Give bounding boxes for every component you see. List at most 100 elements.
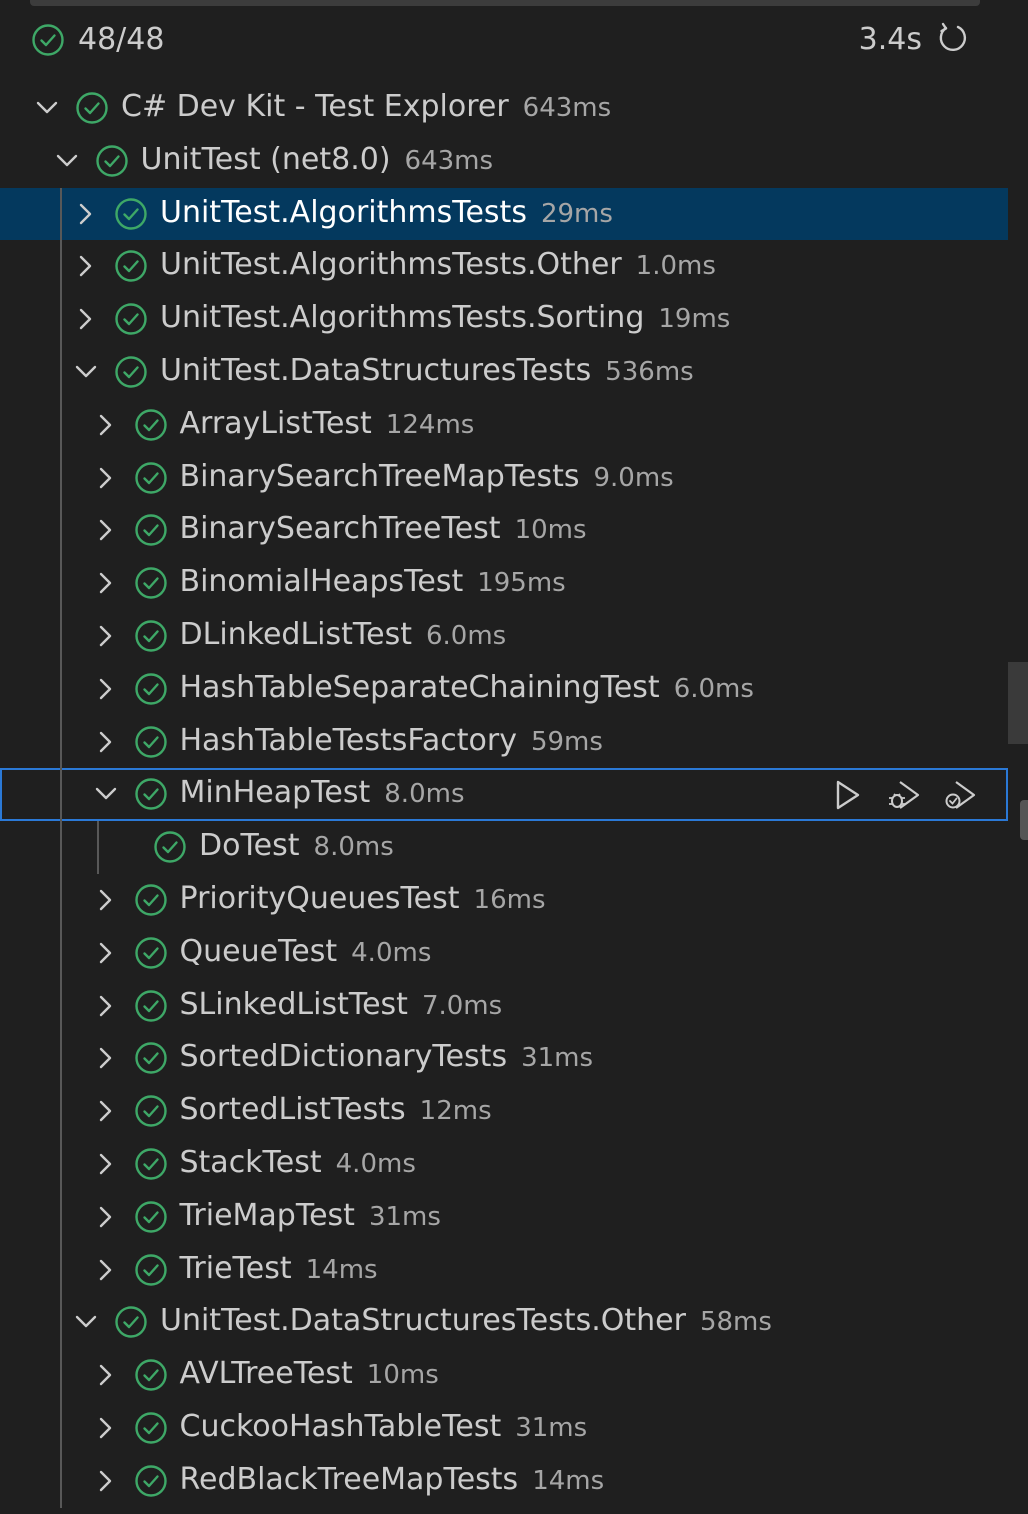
tree-row[interactable]: RedBlackTreeMapTests 14ms — [0, 1455, 1008, 1508]
test-name: QueueTest 4.0ms — [180, 934, 432, 969]
test-name: UnitTest.DataStructuresTests 536ms — [160, 353, 694, 388]
tree-row[interactable]: MinHeapTest 8.0ms — [0, 768, 1008, 822]
tree-row[interactable]: PriorityQueuesTest 16ms — [0, 874, 1008, 927]
test-name: HashTableSeparateChainingTest 6.0ms — [180, 670, 754, 705]
check-circle-icon — [154, 831, 186, 863]
tree-row[interactable]: DoTest 8.0ms — [0, 821, 1008, 874]
tree-row[interactable]: UnitTest.DataStructuresTests 536ms — [0, 346, 1008, 399]
tree-row[interactable]: CuckooHashTableTest 31ms — [0, 1402, 1008, 1455]
chevron-right-icon[interactable] — [93, 887, 119, 913]
test-name: BinarySearchTreeTest 10ms — [180, 511, 587, 546]
play-icon[interactable] — [830, 778, 866, 812]
chevron-right-icon[interactable] — [93, 1204, 119, 1230]
chevron-right-icon[interactable] — [93, 1362, 119, 1388]
check-circle-icon — [134, 989, 167, 1022]
test-label: TrieMapTest — [179, 1197, 355, 1233]
chevron-right-icon[interactable] — [93, 940, 119, 966]
chevron-down-icon[interactable] — [34, 95, 60, 121]
tree-row[interactable]: UnitTest.DataStructuresTests.Other 58ms — [0, 1296, 1008, 1349]
check-circle-icon — [134, 409, 167, 441]
test-name: RedBlackTreeMapTests 14ms — [180, 1462, 605, 1497]
test-name: AVLTreeTest 10ms — [180, 1356, 439, 1391]
tree-row[interactable]: DLinkedListTest 6.0ms — [0, 610, 1008, 663]
tree-row[interactable]: TrieTest 14ms — [0, 1244, 1008, 1297]
tree-row[interactable]: UnitTest.AlgorithmsTests 29ms — [0, 187, 1008, 241]
test-duration: 14ms — [305, 1254, 378, 1285]
chevron-right-icon[interactable] — [93, 1415, 119, 1441]
run-coverage-icon[interactable] — [942, 778, 978, 812]
chevron-right-icon[interactable] — [93, 412, 119, 438]
chevron-right-icon[interactable] — [93, 1151, 119, 1177]
test-label: DoTest — [199, 828, 300, 864]
check-circle-icon — [134, 778, 167, 811]
test-duration: 4.0ms — [351, 937, 432, 968]
test-duration: 1.0ms — [635, 251, 716, 282]
test-name: SortedDictionaryTests 31ms — [180, 1039, 594, 1074]
tree-row[interactable]: HashTableTestsFactory 59ms — [0, 716, 1008, 769]
chevron-right-icon[interactable] — [93, 1257, 119, 1283]
check-circle-icon — [115, 303, 147, 335]
check-circle-icon — [134, 1095, 167, 1127]
tree-row[interactable]: QueueTest 4.0ms — [0, 927, 1008, 980]
tree-row[interactable]: UnitTest.AlgorithmsTests.Other 1.0ms — [0, 240, 1008, 293]
tree-row[interactable]: UnitTest (net8.0) 643ms — [0, 135, 1008, 188]
test-name: PriorityQueuesTest 16ms — [180, 881, 546, 916]
tree-row[interactable]: SLinkedListTest 7.0ms — [0, 980, 1008, 1033]
chevron-right-icon[interactable] — [73, 253, 99, 279]
debug-icon[interactable] — [886, 778, 922, 812]
tree-row[interactable]: ArrayListTest 124ms — [0, 399, 1008, 452]
tree-row[interactable]: BinarySearchTreeTest 10ms — [0, 504, 1008, 557]
tree-row[interactable]: StackTest 4.0ms — [0, 1138, 1008, 1191]
chevron-down-icon[interactable] — [54, 148, 80, 174]
chevron-down-icon[interactable] — [73, 359, 99, 385]
chevron-right-icon[interactable] — [73, 306, 99, 332]
test-name: DLinkedListTest 6.0ms — [180, 617, 507, 652]
test-name: DoTest 8.0ms — [199, 828, 394, 863]
test-duration: 10ms — [366, 1360, 439, 1391]
refresh-icon[interactable] — [934, 20, 970, 56]
test-duration: 10ms — [514, 515, 587, 546]
tree-row[interactable]: UnitTest.AlgorithmsTests.Sorting 19ms — [0, 293, 1008, 346]
sash-handle[interactable] — [1020, 800, 1028, 840]
tree-row[interactable]: TrieMapTest 31ms — [0, 1191, 1008, 1244]
test-duration: 31ms — [521, 1043, 594, 1074]
chevron-right-icon[interactable] — [93, 465, 119, 491]
test-duration: 16ms — [473, 884, 546, 915]
chevron-right-icon[interactable] — [93, 517, 119, 543]
test-duration: 12ms — [419, 1096, 492, 1127]
tree-row[interactable]: C# Dev Kit - Test Explorer 643ms — [0, 82, 1008, 135]
test-label: BinomialHeapsTest — [179, 564, 464, 600]
test-label: UnitTest.AlgorithmsTests.Sorting — [160, 300, 645, 336]
check-circle-icon — [32, 24, 64, 56]
test-name: ArrayListTest 124ms — [180, 406, 475, 441]
chevron-right-icon[interactable] — [93, 570, 119, 596]
check-circle-icon — [134, 725, 167, 758]
scrollbar-thumb[interactable] — [1008, 662, 1028, 744]
check-circle-icon — [134, 1201, 167, 1233]
chevron-right-icon[interactable] — [73, 201, 99, 227]
tree-row[interactable]: BinomialHeapsTest 195ms — [0, 557, 1008, 610]
chevron-right-icon[interactable] — [93, 676, 119, 702]
chevron-right-icon[interactable] — [93, 1468, 119, 1494]
total-duration: 3.4s — [858, 22, 922, 57]
chevron-right-icon[interactable] — [93, 729, 119, 755]
tree-row[interactable]: AVLTreeTest 10ms — [0, 1349, 1008, 1402]
tree-row[interactable]: SortedDictionaryTests 31ms — [0, 1032, 1008, 1085]
chevron-down-icon[interactable] — [93, 781, 119, 807]
tree-row[interactable]: BinarySearchTreeMapTests 9.0ms — [0, 452, 1008, 505]
test-label: DLinkedListTest — [179, 616, 413, 652]
test-duration: 6.0ms — [426, 620, 507, 651]
test-name: UnitTest.AlgorithmsTests.Other 1.0ms — [160, 247, 716, 282]
chevron-down-icon[interactable] — [73, 1309, 99, 1335]
chevron-right-icon[interactable] — [93, 1045, 119, 1071]
chevron-right-icon[interactable] — [93, 993, 119, 1019]
test-label: HashTableSeparateChainingTest — [179, 669, 660, 705]
tree-row[interactable]: SortedListTests 12ms — [0, 1085, 1008, 1138]
test-name: CuckooHashTableTest 31ms — [180, 1409, 588, 1444]
chevron-right-icon[interactable] — [93, 623, 119, 649]
test-name: UnitTest.AlgorithmsTests.Sorting 19ms — [160, 300, 730, 335]
tree-row[interactable]: HashTableSeparateChainingTest 6.0ms — [0, 663, 1008, 716]
check-circle-icon — [115, 356, 147, 388]
chevron-right-icon[interactable] — [93, 1098, 119, 1124]
test-duration: 8.0ms — [384, 779, 465, 810]
